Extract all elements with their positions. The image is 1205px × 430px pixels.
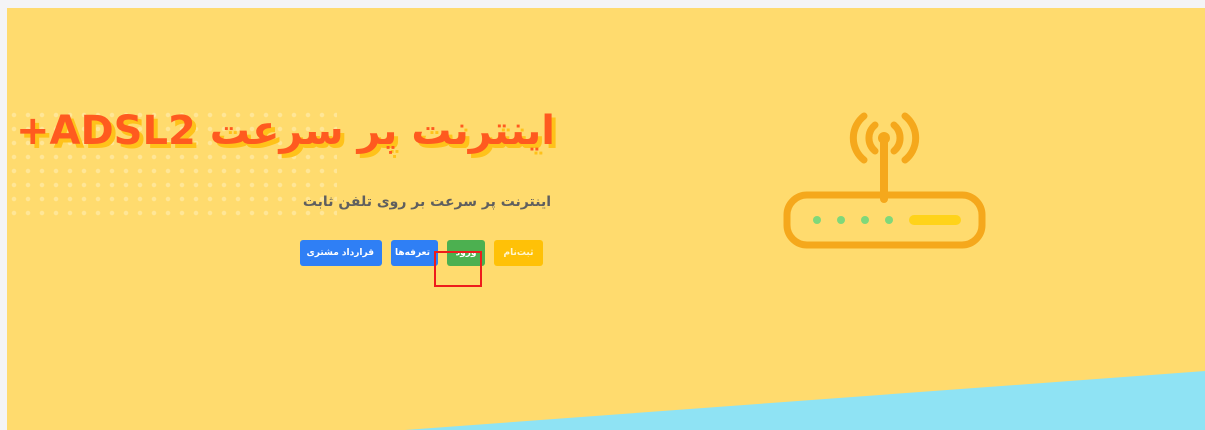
hero-buttons: ثبت‌نام ورود تعرفه‌ها قرارداد مشتری — [300, 240, 543, 266]
red-highlight-box — [434, 251, 482, 287]
customer-contract-button[interactable]: قرارداد مشتری — [300, 240, 382, 266]
tariffs-button[interactable]: تعرفه‌ها — [391, 240, 438, 266]
wifi-router-icon — [783, 112, 986, 249]
hero-title: اینترنت پر سرعت ADSL2+ — [15, 108, 555, 154]
top-strip — [0, 0, 1205, 8]
bottom-wave — [405, 371, 1205, 430]
hero-section: اینترنت پر سرعت ADSL2+ اینترنت پر سرعت ب… — [7, 8, 1205, 430]
register-button[interactable]: ثبت‌نام — [494, 240, 543, 266]
hero-subtitle: اینترنت پر سرعت بر روی تلفن ثابت — [302, 194, 551, 210]
